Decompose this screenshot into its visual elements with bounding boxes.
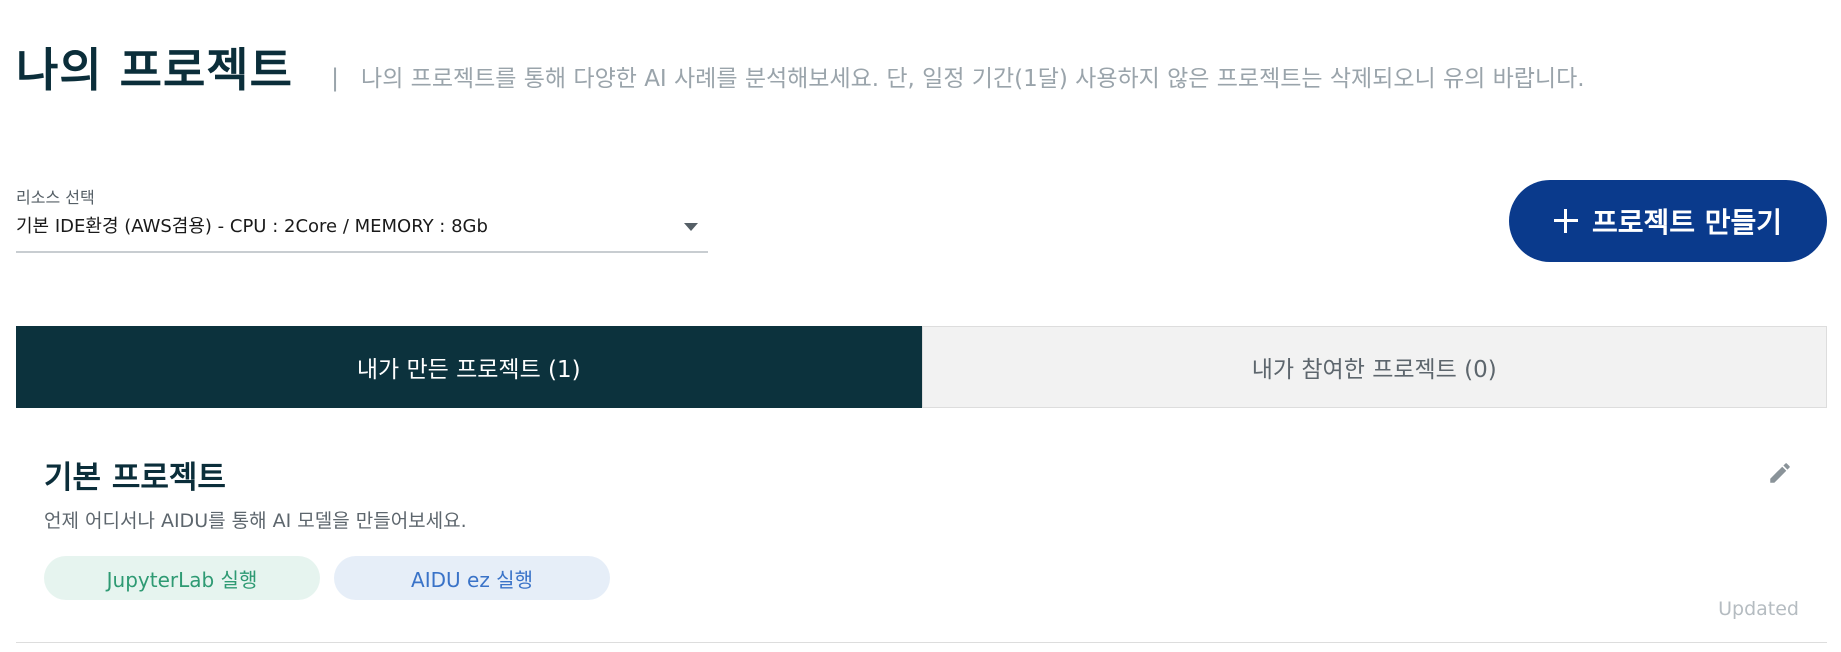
updated-label: Updated: [1718, 598, 1799, 620]
tab-my-projects[interactable]: 내가 만든 프로젝트 (1): [16, 326, 922, 408]
tab-joined-projects[interactable]: 내가 참여한 프로젝트 (0): [921, 326, 1827, 408]
page-description: 나의 프로젝트를 통해 다양한 AI 사례를 분석해보세요. 단, 일정 기간(…: [361, 66, 1585, 92]
resource-selected-value: 기본 IDE환경 (AWS겸용) - CPU : 2Core / MEMORY …: [16, 216, 488, 237]
run-jupyterlab-button[interactable]: JupyterLab 실행: [44, 556, 320, 600]
project-description: 언제 어디서나 AIDU를 통해 AI 모델을 만들어보세요.: [44, 510, 467, 532]
title-separator: |: [330, 64, 340, 92]
run-aidu-ez-button[interactable]: AIDU ez 실행: [334, 556, 610, 600]
resource-selector: 리소스 선택 기본 IDE환경 (AWS겸용) - CPU : 2Core / …: [16, 184, 708, 253]
page-header: 나의 프로젝트 | 나의 프로젝트를 통해 다양한 AI 사례를 분석해보세요.…: [16, 34, 1585, 100]
chevron-down-icon: [684, 223, 698, 231]
project-name: 기본 프로젝트: [44, 460, 226, 496]
create-project-label: 프로젝트 만들기: [1591, 206, 1783, 239]
resource-label: 리소스 선택: [16, 188, 95, 207]
project-card: 기본 프로젝트 언제 어디서나 AIDU를 통해 AI 모델을 만들어보세요. …: [16, 408, 1827, 643]
resource-dropdown[interactable]: 기본 IDE환경 (AWS겸용) - CPU : 2Core / MEMORY …: [16, 213, 708, 253]
create-project-button[interactable]: 프로젝트 만들기: [1509, 180, 1827, 262]
pencil-icon[interactable]: [1767, 460, 1793, 486]
page-title: 나의 프로젝트: [16, 43, 293, 97]
project-tabs: 내가 만든 프로젝트 (1) 내가 참여한 프로젝트 (0): [16, 326, 1827, 408]
plus-icon: [1553, 209, 1578, 233]
